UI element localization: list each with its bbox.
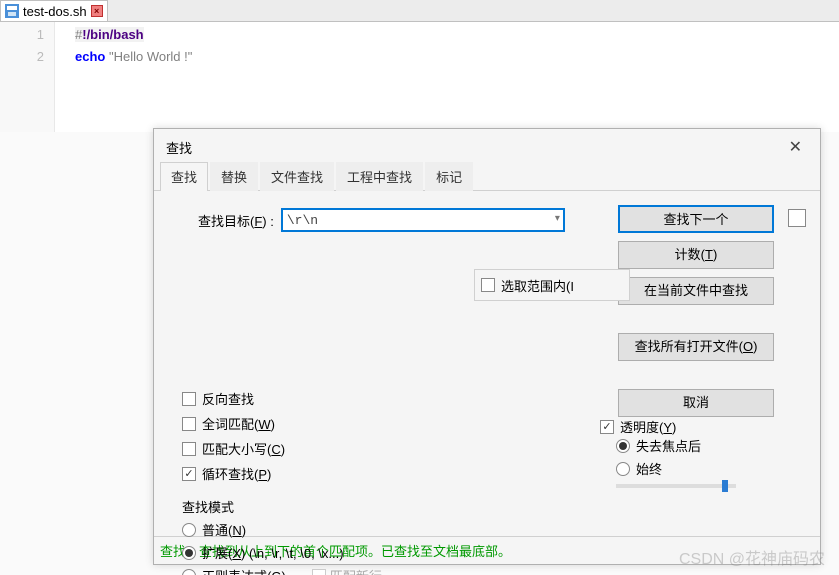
find-target-input[interactable]: [282, 209, 564, 231]
match-newline-label: 匹配新行: [330, 566, 382, 575]
match-case-label: 匹配大小写(C): [202, 439, 285, 458]
slider-thumb[interactable]: [722, 480, 728, 492]
trans-always-label: 始终: [636, 459, 662, 478]
file-tab-name: test-dos.sh: [23, 4, 87, 19]
line-number: 1: [0, 24, 44, 46]
mode-extended-radio[interactable]: [182, 546, 196, 560]
search-mode-group: 查找模式 普通(N) 扩展(X) (\n, \r, \t, \0, \x...)…: [182, 497, 482, 575]
tab-find[interactable]: 查找: [160, 162, 208, 191]
transparency-label: 透明度(Y): [620, 417, 676, 436]
mode-regex-radio[interactable]: [182, 569, 196, 575]
transparency-checkbox[interactable]: ✓: [600, 420, 614, 434]
code-area[interactable]: #!/bin/bash echo "Hello World !": [55, 22, 192, 132]
selection-range-checkbox[interactable]: [481, 278, 495, 292]
trans-always-radio[interactable]: [616, 462, 630, 476]
find-dialog: 查找 ✕ 查找 替换 文件查找 工程中查找 标记 查找目标(F) : ▾ 查找下…: [153, 128, 821, 565]
tab-replace[interactable]: 替换: [210, 162, 258, 191]
find-target-label: 查找目标(F) :: [198, 211, 274, 230]
selection-range-group: 选取范围内(I: [474, 269, 630, 301]
button-column: 查找下一个 计数(T) 在当前文件中查找 查找所有打开文件(O) 取消: [618, 205, 774, 417]
dialog-title: 查找: [166, 138, 192, 157]
tab-find-in-projects[interactable]: 工程中查找: [336, 162, 423, 191]
cancel-button[interactable]: 取消: [618, 389, 774, 417]
disk-icon: [5, 4, 19, 18]
find-next-button[interactable]: 查找下一个: [618, 205, 774, 233]
mode-normal-radio[interactable]: [182, 523, 196, 537]
wrap-label: 循环查找(P): [202, 464, 271, 483]
search-mode-title: 查找模式: [182, 497, 482, 516]
dialog-title-bar: 查找 ✕: [154, 129, 820, 161]
selection-range-label: 选取范围内(I: [501, 276, 574, 295]
transparency-group: ✓ 透明度(Y) 失去焦点后 始终: [600, 417, 780, 488]
line-number: 2: [0, 46, 44, 68]
extra-checkbox[interactable]: [788, 209, 806, 227]
find-in-current-button[interactable]: 在当前文件中查找: [618, 277, 774, 305]
code-editor[interactable]: 1 2 #!/bin/bash echo "Hello World !": [0, 22, 839, 132]
dialog-tab-strip: 查找 替换 文件查找 工程中查找 标记: [154, 161, 820, 191]
wrap-checkbox[interactable]: ✓: [182, 467, 196, 481]
tab-mark[interactable]: 标记: [425, 162, 473, 191]
trans-lostfocus-label: 失去焦点后: [636, 436, 701, 455]
match-newline-checkbox[interactable]: .: [312, 569, 326, 575]
find-in-open-button[interactable]: 查找所有打开文件(O): [618, 333, 774, 361]
options-group: 反向查找 全词匹配(W) 匹配大小写(C) ✓ 循环查找(P): [182, 389, 285, 483]
transparency-slider[interactable]: [616, 484, 736, 488]
line-gutter: 1 2: [0, 22, 55, 132]
dialog-body: 查找目标(F) : ▾ 查找下一个 计数(T) 在当前文件中查找 查找所有打开文…: [154, 191, 820, 536]
backward-label: 反向查找: [202, 389, 254, 408]
count-button[interactable]: 计数(T): [618, 241, 774, 269]
file-tab-bar: test-dos.sh ×: [0, 0, 839, 22]
tab-find-in-files[interactable]: 文件查找: [260, 162, 334, 191]
match-case-checkbox[interactable]: [182, 442, 196, 456]
file-tab[interactable]: test-dos.sh ×: [0, 0, 108, 21]
whole-word-checkbox[interactable]: [182, 417, 196, 431]
whole-word-label: 全词匹配(W): [202, 414, 275, 433]
dialog-close-button[interactable]: ✕: [783, 137, 808, 157]
mode-normal-label: 普通(N): [202, 520, 246, 539]
trans-lostfocus-radio[interactable]: [616, 439, 630, 453]
close-icon[interactable]: ×: [91, 5, 103, 17]
mode-extended-label: 扩展(X) (\n, \r, \t, \0, \x...): [202, 543, 344, 562]
mode-regex-label: 正则表达式(G): [202, 566, 286, 575]
backward-checkbox[interactable]: [182, 392, 196, 406]
